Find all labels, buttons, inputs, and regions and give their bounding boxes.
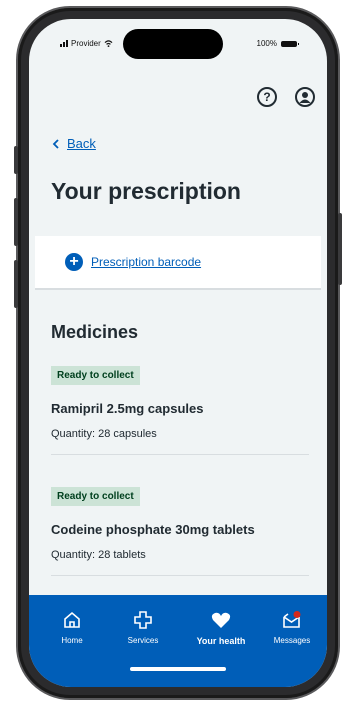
services-cross-icon — [134, 611, 152, 629]
tab-services[interactable]: Services — [108, 609, 178, 645]
status-badge: Ready to collect — [51, 487, 140, 506]
wifi-icon — [104, 40, 113, 47]
battery-percent: 100% — [256, 39, 277, 48]
heart-icon — [211, 612, 231, 628]
tab-label: Services — [127, 636, 159, 645]
prescription-barcode-link[interactable]: Prescription barcode — [91, 255, 201, 269]
chevron-left-icon — [52, 138, 59, 149]
tab-home[interactable]: Home — [37, 609, 107, 645]
bottom-tab-bar: Home Services Your health Messages — [29, 595, 327, 687]
status-badge: Ready to collect — [51, 366, 140, 385]
tab-label: Your health — [196, 636, 246, 646]
status-bar: Provider 100% — [29, 39, 327, 53]
plus-circle-icon: + — [65, 253, 83, 271]
back-link[interactable]: Back — [52, 136, 96, 151]
medicine-item: Ready to collect Codeine phosphate 30mg … — [51, 486, 319, 576]
power-button — [338, 213, 342, 285]
volume-up-button — [14, 198, 18, 246]
question-circle-icon[interactable]: ? — [257, 87, 277, 107]
signal-icon — [60, 40, 68, 47]
battery-icon — [281, 40, 299, 47]
medicine-name: Codeine phosphate 30mg tablets — [51, 522, 255, 537]
tab-label: Home — [61, 636, 83, 645]
carrier-label: Provider — [71, 39, 101, 48]
volume-down-button — [14, 260, 18, 308]
back-label: Back — [67, 136, 96, 151]
user-silhouette-icon — [299, 92, 311, 103]
home-indicator — [130, 667, 226, 671]
medicine-item: Ready to collect Ramipril 2.5mg capsules… — [51, 365, 319, 455]
medicines-heading: Medicines — [51, 322, 139, 342]
messages-icon — [283, 611, 301, 628]
divider — [51, 454, 309, 455]
medicine-quantity: Quantity: 28 tablets — [51, 549, 146, 561]
divider — [51, 575, 309, 576]
prescription-barcode-card[interactable]: + Prescription barcode — [35, 236, 321, 290]
phone-frame: Provider 100% ? Back Your prescription +… — [14, 8, 342, 698]
home-icon — [64, 611, 80, 628]
mute-switch — [14, 146, 18, 174]
medicine-name: Ramipril 2.5mg capsules — [51, 401, 204, 416]
tab-label: Messages — [273, 636, 311, 645]
page-title: Your prescription — [51, 178, 241, 204]
user-circle-icon[interactable] — [295, 87, 315, 107]
app-screen: Provider 100% ? Back Your prescription +… — [29, 19, 327, 687]
medicine-quantity: Quantity: 28 capsules — [51, 428, 157, 440]
tab-your-health[interactable]: Your health — [186, 609, 256, 646]
tab-messages[interactable]: Messages — [257, 609, 327, 645]
